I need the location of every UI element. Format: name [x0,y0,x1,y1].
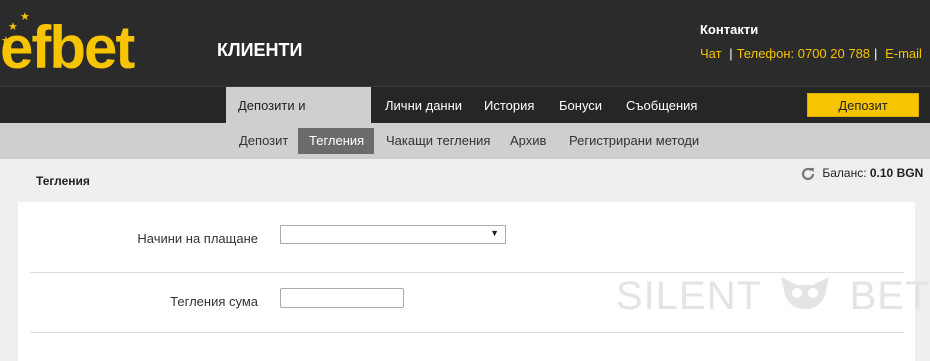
divider: | [729,46,733,61]
balance-label: Баланс: [822,166,867,181]
sub-nav: Депозит Тегления Чакащи тегления Архив Р… [0,123,930,159]
dropdown-arrow-icon: ▼ [490,228,499,238]
deposit-button[interactable]: Депозит [807,93,919,117]
chat-link[interactable]: Чат [700,46,722,61]
subtab-deposit[interactable]: Депозит [228,128,299,154]
tab-messages[interactable]: Съобщения [614,87,709,124]
subtab-archive[interactable]: Архив [499,128,557,154]
watermark-left: SILENT [616,274,762,318]
divider [30,272,904,273]
withdrawal-form: Начини на плащане ▼ Тегления сума SILENT… [18,202,929,361]
contacts-row: Чат | Телефон: 0700 20 788 | E-mail [700,46,922,61]
contacts-title: Контакти [700,22,759,37]
payment-methods-label: Начини на плащане [137,231,258,246]
refresh-icon[interactable] [800,166,816,182]
tab-bonuses[interactable]: Бонуси [547,87,614,124]
tab-personal-data[interactable]: Лични данни [373,87,474,124]
logo-text: efbet [0,14,135,81]
main-nav: Депозити и Тегления Лични данни История … [0,86,930,150]
tab-deposits-withdrawals[interactable]: Депозити и Тегления [226,87,371,150]
watermark-right: BET [849,274,930,318]
header: ★ ★ ★ efbet КЛИЕНТИ Контакти Чат | Телефо… [0,0,930,86]
tab-history[interactable]: История [472,87,546,124]
email-link[interactable]: E-mail [885,46,922,61]
section-title: КЛИЕНТИ [217,40,303,60]
phone-link[interactable]: Телефон: 0700 20 788 [737,46,870,61]
efbet-logo[interactable]: ★ ★ ★ efbet [0,12,210,78]
page-title: Тегления [36,174,90,188]
divider [30,332,904,333]
divider: | [874,46,878,61]
subtab-registered-methods[interactable]: Регистрирани методи [558,128,710,154]
payment-method-select[interactable]: ▼ [280,225,506,244]
balance-value: 0.10 BGN [869,166,924,181]
subtab-withdrawals[interactable]: Тегления [298,128,374,154]
watermark: SILENT BET [616,274,930,321]
subtab-pending-withdrawals[interactable]: Чакащи тегления [375,128,501,154]
owl-icon [777,275,833,321]
amount-label: Тегления сума [170,294,258,309]
amount-input[interactable] [280,288,404,308]
balance: Баланс: 0.10 BGN [800,166,923,182]
